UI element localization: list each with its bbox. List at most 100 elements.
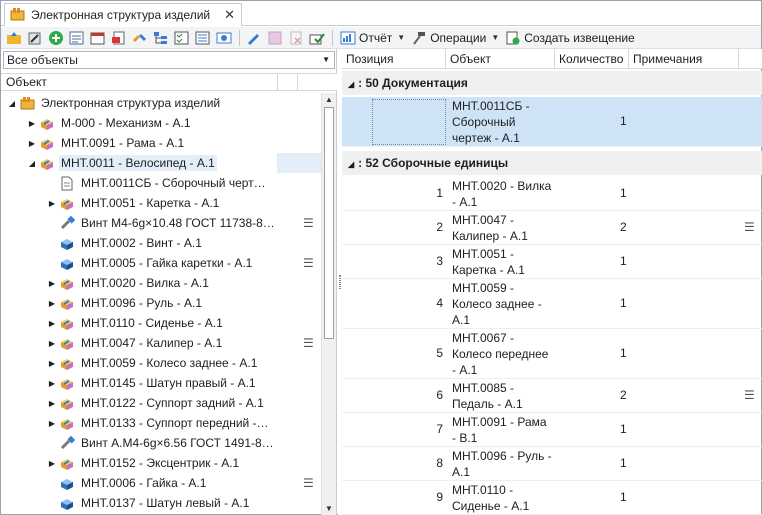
operations-menu-button[interactable]: Операции ▼ xyxy=(408,29,502,47)
edit-pencil-icon[interactable] xyxy=(244,29,264,47)
menu-lines-icon[interactable]: ☰ xyxy=(744,220,755,234)
document-pdf-icon[interactable] xyxy=(109,29,129,47)
close-icon[interactable]: ✕ xyxy=(224,7,235,23)
filter-dropdown[interactable]: Все объекты ▼ xyxy=(3,51,335,69)
composition-row[interactable]: 7 МНТ.0091 - Рама - В.1 1 xyxy=(342,413,762,447)
scroll-down-icon[interactable]: ▼ xyxy=(322,502,336,515)
vertical-scrollbar[interactable]: ▲ ▼ xyxy=(321,93,336,515)
expand-toggle-icon[interactable]: ◢ xyxy=(7,99,17,108)
expand-toggle-icon[interactable]: ▶ xyxy=(47,339,57,348)
composition-row[interactable]: 1 МНТ.0020 - Вилка - А.1 1 xyxy=(342,177,762,211)
scrollbar-thumb[interactable] xyxy=(324,107,334,339)
tree-row[interactable]: ▶ МНТ.0110 - Сиденье - А.1 xyxy=(1,313,321,333)
tree-row[interactable]: ▶ МНТ.0122 - Суппорт задний - А.1 xyxy=(1,393,321,413)
toolbar-separator xyxy=(239,29,240,46)
tree-row[interactable]: Винт А.М4-6g×6.56 ГОСТ 1491-8… xyxy=(1,433,321,453)
scroll-up-icon[interactable]: ▲ xyxy=(322,93,336,107)
expand-toggle-icon[interactable]: ▶ xyxy=(47,299,57,308)
save-icon[interactable] xyxy=(265,29,285,47)
part-icon xyxy=(59,476,75,491)
tree-row[interactable]: ▶ МНТ.0051 - Каретка - А.1 xyxy=(1,193,321,213)
group-header[interactable]: ◢: 52 Сборочные единицы xyxy=(342,151,762,175)
object-cell: МНТ.0085 - Педаль - А.1 xyxy=(452,380,554,412)
position-cell: 9 xyxy=(436,490,443,504)
assembly-icon xyxy=(59,356,75,371)
tree-row[interactable]: ▶ МНТ.0145 - Шатун правый - А.1 xyxy=(1,373,321,393)
add-icon[interactable] xyxy=(46,29,66,47)
column-object-label: Объект xyxy=(6,75,47,89)
tree-row[interactable]: ▶ М-000 - Механизм - А.1 xyxy=(1,113,321,133)
assembly-icon xyxy=(59,276,75,291)
menu-lines-icon[interactable]: ☰ xyxy=(303,476,314,490)
calendar-icon[interactable] xyxy=(88,29,108,47)
column-position[interactable]: Позиция xyxy=(342,49,446,69)
assembly-icon xyxy=(39,116,55,131)
tree-icon[interactable] xyxy=(151,29,171,47)
link-icon[interactable] xyxy=(130,29,150,47)
toolbar: Отчёт ▼ Операции ▼ Создать извещение xyxy=(1,27,761,49)
tree-row[interactable]: ▶ МНТ.0096 - Руль - А.1 xyxy=(1,293,321,313)
expand-toggle-icon[interactable]: ▶ xyxy=(47,319,57,328)
expand-toggle-icon[interactable]: ▶ xyxy=(47,379,57,388)
expand-toggle-icon[interactable]: ▶ xyxy=(47,399,57,408)
tree-row[interactable]: ▶ МНТ.0091 - Рама - А.1 xyxy=(1,133,321,153)
report-label: Отчёт xyxy=(359,30,393,45)
report-menu-button[interactable]: Отчёт ▼ xyxy=(337,29,408,47)
tools-icon[interactable] xyxy=(25,29,45,47)
composition-row[interactable]: 4 МНТ.0059 - Колесо заднее - А.1 1 xyxy=(342,279,762,329)
open-folder-icon[interactable] xyxy=(4,29,24,47)
menu-lines-icon[interactable]: ☰ xyxy=(744,388,755,402)
tree-column-header[interactable]: Объект xyxy=(1,73,337,91)
create-notice-button[interactable]: Создать извещение xyxy=(502,29,637,47)
tree-row[interactable]: МНТ.0137 - Шатун левый - А.1 xyxy=(1,493,321,513)
composition-row[interactable]: 3 МНТ.0051 - Каретка - А.1 1 xyxy=(342,245,762,279)
tree-row[interactable]: МНТ.0011СБ - Сборочный черт… xyxy=(1,173,321,193)
tree-row[interactable]: ▶ МНТ.0152 - Эксцентрик - А.1 xyxy=(1,453,321,473)
tree-row[interactable]: ◢ МНТ.0011 - Велосипед - А.1 xyxy=(1,153,321,173)
tree-row[interactable]: МНТ.0002 - Винт - А.1 xyxy=(1,233,321,253)
menu-lines-icon[interactable]: ☰ xyxy=(303,216,314,230)
expand-toggle-icon[interactable]: ▶ xyxy=(27,139,37,148)
expand-toggle-icon[interactable]: ◢ xyxy=(27,159,37,168)
tree-row[interactable]: ▶ МНТ.0047 - Калипер - А.1 ☰ xyxy=(1,333,321,353)
menu-lines-icon[interactable]: ☰ xyxy=(303,336,314,350)
group-header[interactable]: ◢: 50 Документация xyxy=(342,71,762,95)
composition-row[interactable]: 8 МНТ.0096 - Руль - А.1 1 xyxy=(342,447,762,481)
expand-toggle-icon[interactable]: ▶ xyxy=(47,199,57,208)
composition-row[interactable]: 6 МНТ.0085 - Педаль - А.1 2 ☰ xyxy=(342,379,762,413)
position-cell: 8 xyxy=(436,456,443,470)
expand-toggle-icon[interactable]: ▶ xyxy=(47,419,57,428)
expand-toggle-icon[interactable]: ▶ xyxy=(47,359,57,368)
composition-row[interactable]: 5 МНТ.0067 - Колесо переднее - А.1 1 xyxy=(342,329,762,379)
tree-row[interactable]: Винт М4-6g×10.48 ГОСТ 11738-8… ☰ xyxy=(1,213,321,233)
preview-icon[interactable] xyxy=(214,29,234,47)
tree-item-label: Электронная структура изделий xyxy=(41,96,221,110)
tree-row[interactable]: МНТ.0006 - Гайка - А.1 ☰ xyxy=(1,473,321,493)
expand-toggle-icon[interactable]: ▶ xyxy=(47,279,57,288)
collapse-icon[interactable]: ◢ xyxy=(348,80,354,89)
column-notes[interactable]: Примечания xyxy=(629,49,739,69)
object-cell: МНТ.0011СБ - Сборочный чертеж - А.1 xyxy=(452,98,554,146)
list-icon[interactable] xyxy=(193,29,213,47)
focus-cell[interactable] xyxy=(372,99,446,145)
tree-row[interactable]: ◢ Электронная структура изделий xyxy=(1,93,321,113)
collapse-icon[interactable]: ◢ xyxy=(348,160,354,169)
expand-toggle-icon[interactable]: ▶ xyxy=(27,119,37,128)
column-object[interactable]: Объект xyxy=(446,49,555,69)
tree-row[interactable]: ▶ МНТ.0059 - Колесо заднее - А.1 xyxy=(1,353,321,373)
composition-row[interactable]: 9 МНТ.0110 - Сиденье - А.1 1 xyxy=(342,481,762,515)
cancel-doc-icon[interactable] xyxy=(286,29,306,47)
object-line: - В.1 xyxy=(452,431,478,445)
checklist-icon[interactable] xyxy=(172,29,192,47)
tab-structure[interactable]: Электронная структура изделий ✕ xyxy=(4,3,242,26)
tree-row[interactable]: ▶ МНТ.0020 - Вилка - А.1 xyxy=(1,273,321,293)
expand-toggle-icon[interactable]: ▶ xyxy=(47,459,57,468)
menu-lines-icon[interactable]: ☰ xyxy=(303,256,314,270)
tree-row[interactable]: МНТ.0005 - Гайка каретки - А.1 ☰ xyxy=(1,253,321,273)
properties-icon[interactable] xyxy=(67,29,87,47)
composition-row[interactable]: МНТ.0011СБ - Сборочный чертеж - А.1 1 xyxy=(342,97,762,147)
column-quantity[interactable]: Количество xyxy=(555,49,629,69)
composition-row[interactable]: 2 МНТ.0047 - Калипер - А.1 2 ☰ xyxy=(342,211,762,245)
tree-row[interactable]: ▶ МНТ.0133 - Суппорт передний -… xyxy=(1,413,321,433)
approve-icon[interactable] xyxy=(307,29,327,47)
